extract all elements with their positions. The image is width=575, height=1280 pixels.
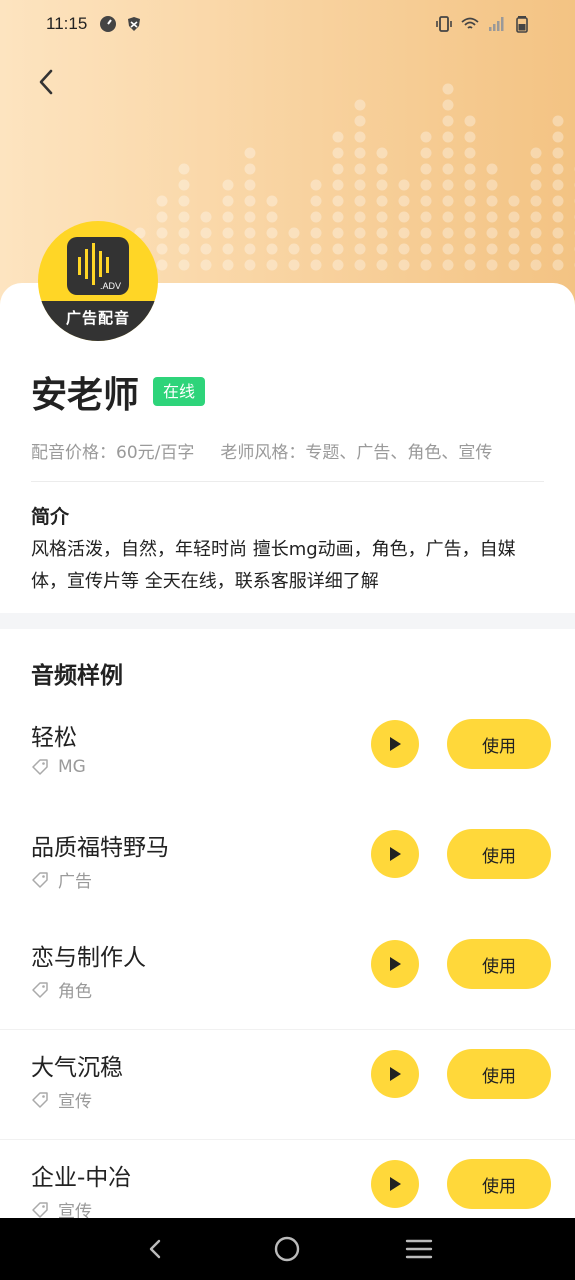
system-nav-bar [0, 1218, 575, 1280]
use-button[interactable]: 使用 [447, 829, 551, 879]
vibrate-icon [436, 16, 452, 32]
tag-icon [32, 1091, 48, 1108]
wifi-icon [461, 17, 479, 29]
teacher-name: 安老师 [31, 375, 140, 416]
play-button[interactable] [371, 940, 419, 988]
nav-menu-button[interactable] [399, 1229, 439, 1269]
play-button[interactable] [371, 720, 419, 768]
sample-tag: 角色 [58, 982, 92, 1002]
play-button[interactable] [371, 830, 419, 878]
tag-icon [32, 1201, 48, 1218]
battery-icon [516, 16, 528, 33]
use-button[interactable]: 使用 [447, 719, 551, 769]
back-button[interactable] [28, 62, 68, 102]
play-button[interactable] [371, 1050, 419, 1098]
style-text: 老师风格：专题、广告、角色、宣传 [220, 443, 493, 463]
intro-text: 风格活泼，自然，年轻时尚 擅长mg动画，角色，广告，自媒体，宣传片等 全天在线，… [31, 539, 516, 592]
sample-tag: 宣传 [58, 1092, 92, 1112]
samples-section: 音频样例 轻松 MG 使用 品质福特野马 广告 使用 恋与制作人 角色 使用 大… [0, 629, 575, 1229]
use-button[interactable]: 使用 [447, 1159, 551, 1209]
section-title: 音频样例 [31, 663, 123, 689]
list-item: 大气沉稳 宣传 使用 [0, 1030, 575, 1140]
signal-icon [489, 17, 504, 31]
nav-menu-icon [405, 1239, 433, 1259]
tag-icon [32, 981, 48, 998]
nav-home-button[interactable] [267, 1229, 307, 1269]
shield-icon [128, 17, 141, 31]
avatar-label: 广告配音 [65, 309, 130, 327]
status-badge: 在线 [153, 377, 206, 406]
sample-name: 轻松 [31, 725, 77, 751]
play-icon [390, 1177, 401, 1191]
sample-tag: 广告 [58, 872, 92, 892]
sample-name: 企业-中冶 [31, 1165, 132, 1191]
back-arrow-icon [39, 69, 53, 95]
status-bar: 11:15 [0, 0, 575, 48]
sample-name: 大气沉稳 [31, 1055, 123, 1081]
list-item: 恋与制作人 角色 使用 [0, 920, 575, 1030]
avatar-logo-text: .ADV [100, 281, 122, 291]
play-icon [390, 737, 401, 751]
nav-home-icon [275, 1236, 300, 1262]
sample-name: 品质福特野马 [31, 835, 169, 861]
sample-name: 恋与制作人 [31, 945, 146, 971]
sample-tag: MG [58, 757, 86, 777]
play-icon [390, 847, 401, 861]
play-button[interactable] [371, 1160, 419, 1208]
list-item: 轻松 MG 使用 [0, 700, 575, 810]
tag-icon [32, 871, 48, 888]
meta-row: 配音价格：60元/百字 老师风格：专题、广告、角色、宣传 [31, 438, 492, 463]
nav-back-icon [149, 1239, 161, 1259]
use-button[interactable]: 使用 [447, 939, 551, 989]
intro-title: 简介 [31, 506, 70, 528]
list-item: 品质福特野马 广告 使用 [0, 810, 575, 920]
price-text: 配音价格：60元/百字 [31, 443, 195, 463]
use-button[interactable]: 使用 [447, 1049, 551, 1099]
tag-icon [32, 759, 48, 775]
play-icon [390, 1067, 401, 1081]
divider [31, 481, 544, 482]
nav-back-button[interactable] [136, 1229, 176, 1269]
play-icon [390, 957, 401, 971]
avatar: .ADV 广告配音 [38, 221, 158, 341]
speedometer-icon [100, 16, 117, 32]
status-time: 11:15 [46, 14, 88, 33]
